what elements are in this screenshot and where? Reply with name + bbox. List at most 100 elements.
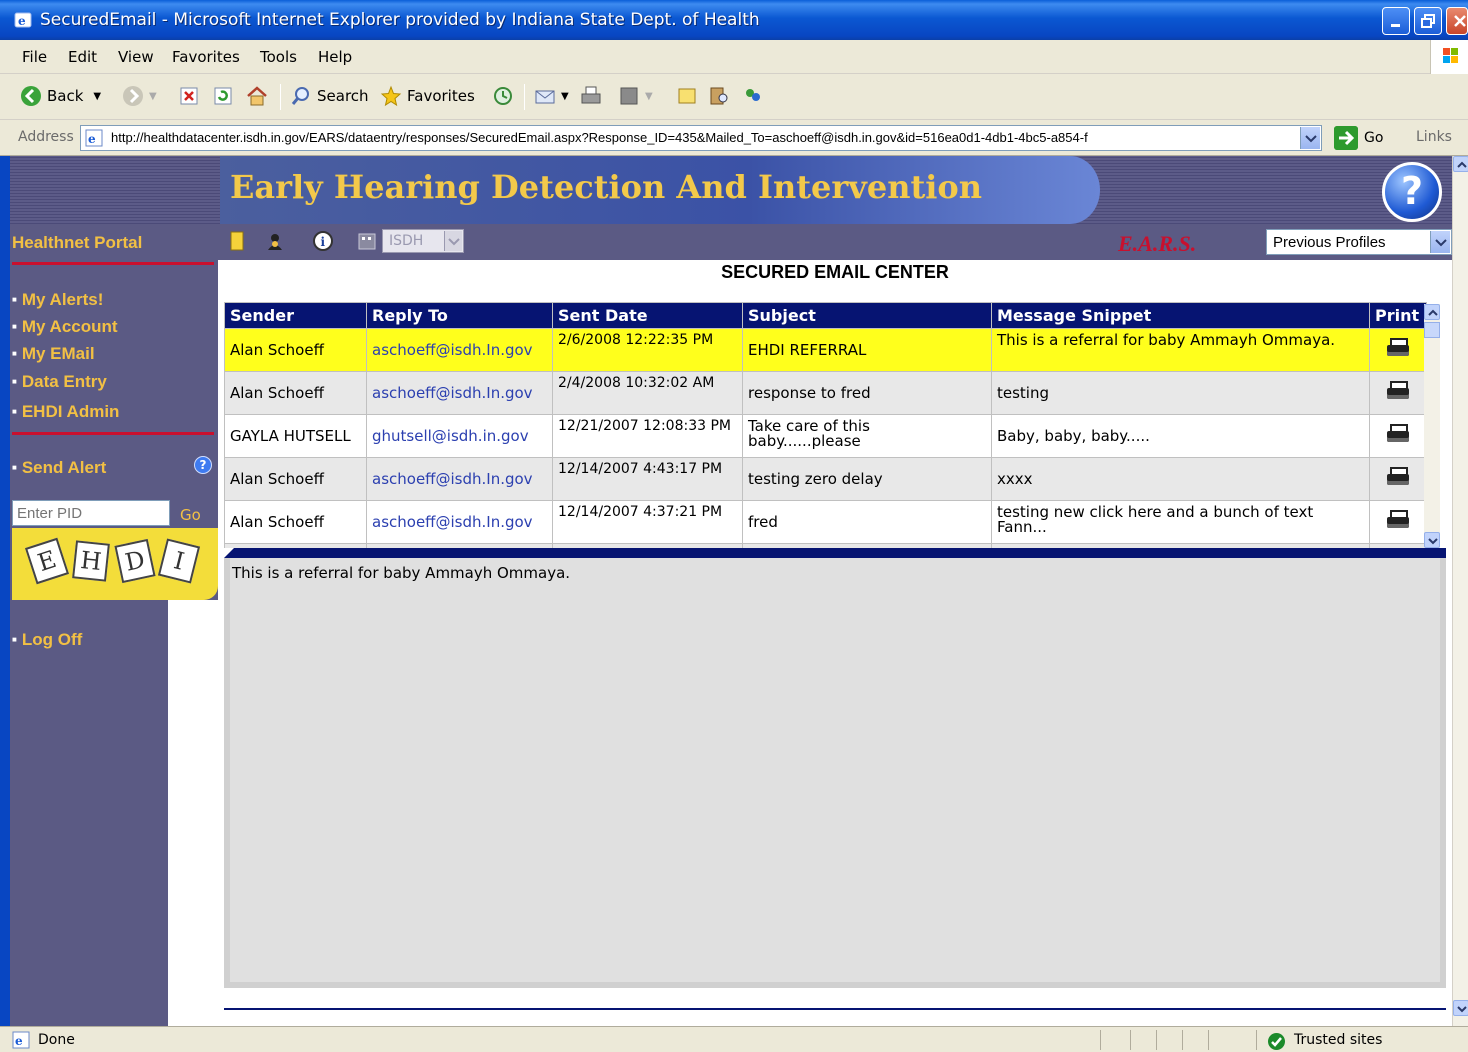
sidebar-item-ehdi-admin[interactable]: EHDI Admin bbox=[12, 402, 120, 422]
windows-flag-icon bbox=[1430, 40, 1468, 74]
cell-reply-to[interactable]: aschoeff@isdh.In.gov bbox=[366, 457, 553, 501]
scroll-down-button[interactable] bbox=[1453, 1000, 1468, 1016]
menu-view[interactable]: View bbox=[118, 48, 154, 66]
scroll-thumb[interactable] bbox=[1424, 322, 1440, 338]
browser-scrollbar[interactable] bbox=[1452, 156, 1468, 1026]
menu-help[interactable]: Help bbox=[318, 48, 352, 66]
scroll-up-button[interactable] bbox=[1424, 304, 1440, 320]
printer-icon[interactable] bbox=[1387, 338, 1409, 358]
cell-reply-to[interactable]: ghutsell@isdh.in.gov bbox=[366, 414, 553, 458]
window-frame-left bbox=[0, 156, 10, 1026]
chevron-down-icon bbox=[1457, 1006, 1467, 1013]
window-title: SecuredEmail - Microsoft Internet Explor… bbox=[40, 10, 760, 30]
table-row[interactable]: Alan Schoeff aschoeff@isdh.In.gov 2/6/20… bbox=[224, 328, 1427, 372]
mail-button[interactable]: ▼ bbox=[534, 82, 569, 110]
refresh-button[interactable] bbox=[212, 82, 239, 110]
sidebar-item-send-alert[interactable]: Send Alert bbox=[12, 458, 106, 478]
history-button[interactable] bbox=[492, 82, 519, 110]
table-row[interactable]: GAYLA HUTSELL ghutsell@isdh.in.gov 12/21… bbox=[224, 414, 1427, 458]
cell-snippet: This is a referral for baby Ammayh Ommay… bbox=[991, 328, 1370, 372]
back-button[interactable]: Back ▼ bbox=[20, 82, 101, 110]
stop-button[interactable] bbox=[178, 82, 205, 110]
research-icon bbox=[710, 87, 728, 105]
sidebar-item-data-entry[interactable]: Data Entry bbox=[12, 372, 107, 392]
window-title-bar: e SecuredEmail - Microsoft Internet Expl… bbox=[0, 0, 1468, 40]
menu-file[interactable]: File bbox=[22, 48, 47, 66]
address-bar: Address e http://healthdatacenter.isdh.i… bbox=[0, 120, 1468, 156]
cell-reply-to[interactable]: aschoeff@isdh.In.gov bbox=[366, 371, 553, 415]
column-header-sender[interactable]: Sender bbox=[224, 302, 367, 329]
sidebar-item-my-account[interactable]: My Account bbox=[12, 317, 118, 337]
column-header-snippet[interactable]: Message Snippet bbox=[991, 302, 1370, 329]
sidebar-item-my-email[interactable]: My EMail bbox=[12, 344, 95, 364]
search-button[interactable]: Search bbox=[290, 82, 369, 110]
menu-edit[interactable]: Edit bbox=[68, 48, 97, 66]
scroll-up-button[interactable] bbox=[1453, 156, 1468, 172]
facility-select-value: ISDH bbox=[389, 233, 424, 249]
research-button[interactable] bbox=[708, 82, 735, 110]
menu-tools[interactable]: Tools bbox=[260, 48, 297, 66]
printer-icon[interactable] bbox=[1387, 424, 1409, 444]
close-button[interactable] bbox=[1446, 7, 1468, 35]
links-button[interactable]: Links bbox=[1416, 129, 1452, 145]
status-bar: e Done Trusted sites bbox=[0, 1026, 1468, 1052]
user-icon[interactable] bbox=[264, 230, 286, 252]
cell-reply-to[interactable]: aschoeff@isdh.In.gov bbox=[366, 328, 553, 372]
help-icon[interactable]: ? bbox=[1382, 162, 1442, 222]
back-arrow-icon bbox=[21, 86, 41, 106]
edit-button[interactable]: ▼ bbox=[618, 82, 653, 110]
sidebar-item-my-alerts[interactable]: My Alerts! bbox=[12, 290, 104, 310]
info-icon[interactable]: i bbox=[312, 230, 334, 252]
svg-text:i: i bbox=[321, 235, 326, 249]
ears-logo-text: E.A.R.S. bbox=[1118, 231, 1197, 256]
logo-block: H bbox=[72, 540, 110, 582]
column-header-sent-date[interactable]: Sent Date bbox=[552, 302, 743, 329]
cell-print bbox=[1369, 457, 1427, 501]
table-row[interactable]: Alan Schoeff aschoeff@isdh.In.gov 2/4/20… bbox=[224, 371, 1427, 415]
healthnet-portal-link[interactable]: Healthnet Portal bbox=[12, 233, 142, 253]
address-dropdown-button[interactable] bbox=[1300, 127, 1320, 149]
table-row[interactable]: Alan Schoeff aschoeff@isdh.In.gov 12/14/… bbox=[224, 457, 1427, 501]
grid-scrollbar[interactable] bbox=[1424, 304, 1440, 548]
restore-button[interactable] bbox=[1414, 7, 1442, 35]
go-label: Go bbox=[1364, 130, 1384, 146]
pid-go-button[interactable]: Go bbox=[180, 506, 201, 524]
sidebar-item-log-off[interactable]: Log Off bbox=[12, 630, 82, 650]
go-button[interactable]: Go bbox=[1334, 126, 1383, 150]
cell-sender: Alan Schoeff bbox=[224, 500, 367, 544]
menu-favorites[interactable]: Favorites bbox=[172, 48, 240, 66]
cell-reply-to[interactable]: aschoeff@isdh.In.gov bbox=[366, 500, 553, 544]
page-done-icon: e bbox=[12, 1031, 30, 1049]
address-input[interactable]: e http://healthdatacenter.isdh.in.gov/EA… bbox=[80, 125, 1322, 151]
scroll-down-button[interactable] bbox=[1424, 532, 1440, 548]
send-alert-help-icon[interactable]: ? bbox=[194, 456, 212, 474]
printer-icon[interactable] bbox=[1387, 381, 1409, 401]
previous-profiles-select[interactable]: Previous Profiles bbox=[1266, 229, 1452, 255]
pid-input[interactable] bbox=[12, 500, 170, 526]
edit-dropdown-icon: ▼ bbox=[645, 90, 653, 102]
facility-select[interactable]: ISDH bbox=[382, 229, 464, 253]
cell-snippet: xxxx bbox=[991, 457, 1370, 501]
svg-text:e: e bbox=[18, 14, 26, 28]
chevron-up-icon bbox=[1428, 309, 1438, 316]
printer-icon[interactable] bbox=[1387, 510, 1409, 530]
pane-splitter[interactable] bbox=[224, 548, 1446, 558]
minimize-button[interactable] bbox=[1382, 7, 1410, 35]
column-header-subject[interactable]: Subject bbox=[742, 302, 992, 329]
home-button[interactable] bbox=[246, 82, 273, 110]
forward-button[interactable]: ▼ bbox=[122, 82, 157, 110]
notepad-icon[interactable] bbox=[226, 230, 248, 252]
history-icon bbox=[494, 87, 512, 105]
column-header-reply-to[interactable]: Reply To bbox=[366, 302, 553, 329]
cell-subject: response to fred bbox=[742, 371, 992, 415]
column-header-print: Print bbox=[1369, 302, 1427, 329]
back-dropdown-icon[interactable]: ▼ bbox=[93, 91, 101, 102]
table-row[interactable]: Alan Schoeff aschoeff@isdh.In.gov 12/14/… bbox=[224, 500, 1427, 544]
print-button[interactable] bbox=[580, 82, 607, 110]
print-icon bbox=[581, 86, 601, 104]
favorites-button[interactable]: Favorites bbox=[380, 82, 475, 110]
browser-toolbar: Back ▼ ▼ Search Favorites ▼ ▼ bbox=[0, 74, 1468, 120]
messenger-button[interactable] bbox=[742, 82, 769, 110]
discuss-button[interactable] bbox=[676, 82, 703, 110]
printer-icon[interactable] bbox=[1387, 467, 1409, 487]
